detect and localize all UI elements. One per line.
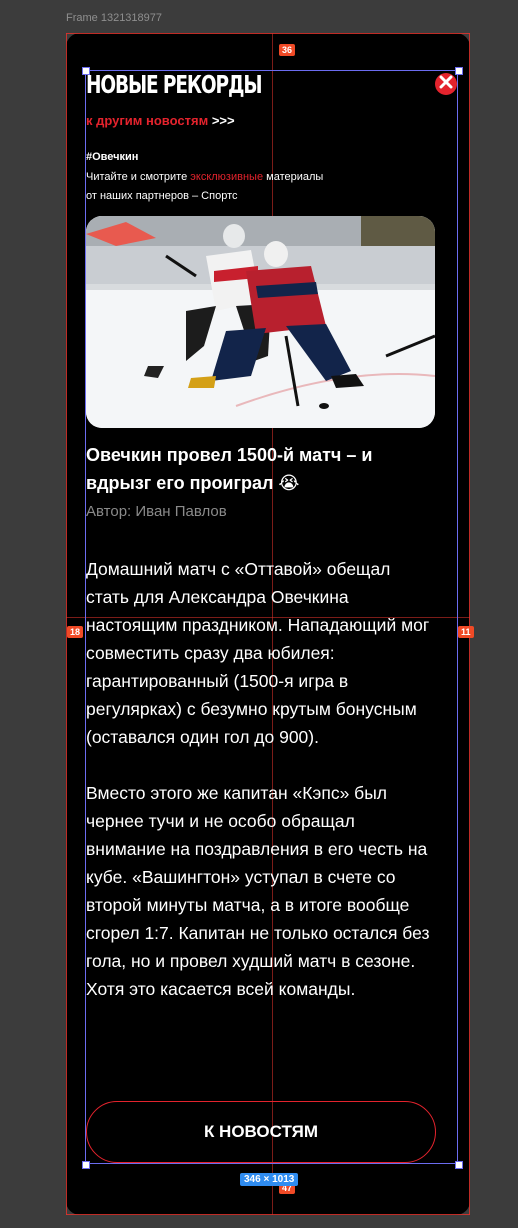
selection-size-badge: 346 × 1013 [240,1173,299,1186]
promo-text-start: Читайте и смотрите [86,171,191,183]
selection-handle[interactable] [455,1161,463,1169]
selection-handle[interactable] [82,67,90,75]
measure-left: 18 [67,626,84,638]
article-author: Автор: Иван Павлов [86,503,227,520]
page-title: НОВЫЕ РЕКОРДЫ [86,70,262,99]
promo-accent-word: эксклюзивные [190,171,264,183]
to-news-button[interactable]: К НОВОСТЯМ [86,1101,436,1163]
article-body: Домашний матч с «Оттавой» обещал стать д… [86,555,438,1031]
measure-top: 36 [279,44,296,56]
selection-handle[interactable] [82,1161,90,1169]
close-x-icon [439,75,453,94]
article-paragraph: Вместо этого же капитан «Кэпс» был черне… [86,783,430,999]
measure-right: 11 [458,626,474,638]
guide-frame-right [469,33,470,1215]
promo-text: Читайте и смотрите эксклюзивные материал… [86,168,386,206]
guide-frame-left [66,33,67,1215]
guide-frame-top [66,33,470,34]
guide-frame-bottom [66,1214,470,1215]
article-image [86,216,435,428]
selection-handle[interactable] [455,67,463,75]
back-to-news-link[interactable]: к другим новостям >>> [86,113,235,128]
close-button[interactable] [435,73,457,95]
article-headline: Овечкин провел 1500-й матч – и вдрызг ег… [86,445,373,493]
promo-text-line2: от наших партнеров – Спортс [86,190,238,202]
article-paragraph: Домашний матч с «Оттавой» обещал стать д… [86,559,430,747]
frame-name-label: Frame 1321318977 [66,12,163,24]
hashtag: #Овечкин [86,151,139,163]
back-link-text: к другим новостям [86,113,209,128]
promo-text-end: материалы [263,171,324,183]
back-link-arrows: >>> [211,113,235,128]
